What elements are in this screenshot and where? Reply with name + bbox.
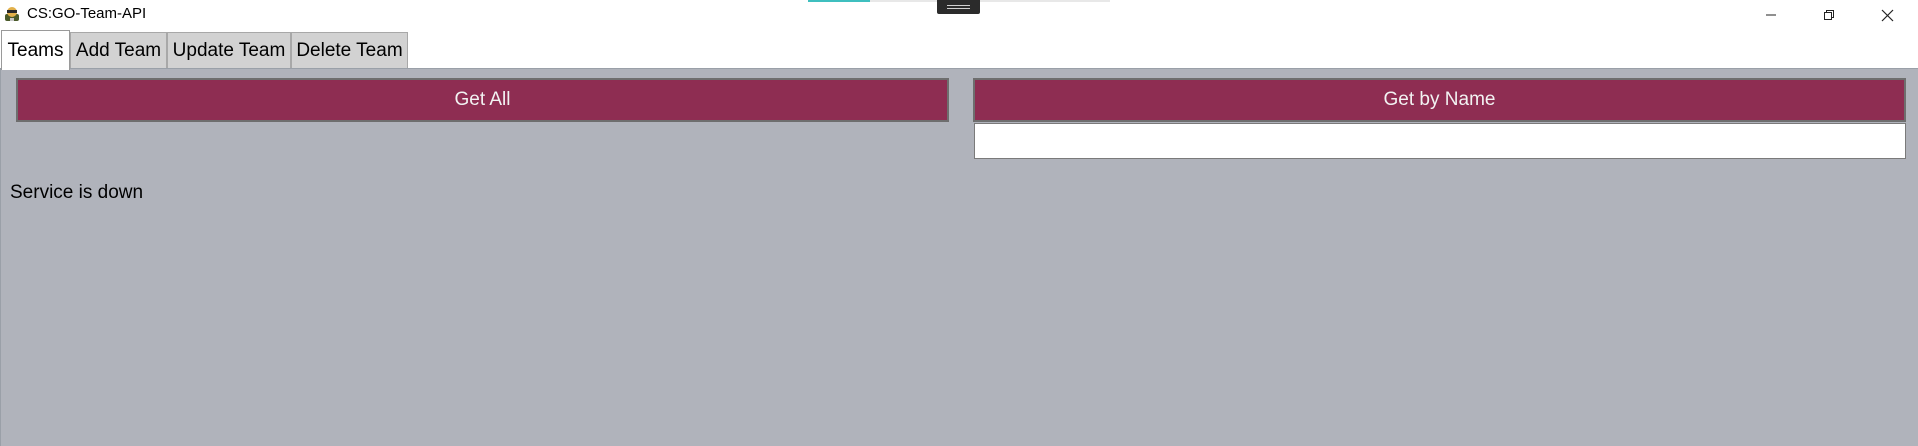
minimize-icon [1766,14,1776,16]
tab-strip: Teams Add Team Update Team Delete Team [0,30,1918,70]
drag-handle[interactable] [937,0,980,14]
title-strip-accent [808,0,870,2]
restore-button[interactable] [1800,0,1858,30]
tab-label: Delete Team [296,39,403,61]
title-bar[interactable]: CS:GO-Team-API [0,0,1918,30]
tab-label: Add Team [75,39,162,61]
tab-label: Update Team [172,39,286,61]
teams-tab-content: Get All Get by Name Service is down [0,68,1918,446]
tab-update-team[interactable]: Update Team [167,32,291,68]
tab-label: Teams [7,39,64,61]
tab-delete-team[interactable]: Delete Team [291,32,408,68]
tab-teams[interactable]: Teams [1,30,70,70]
team-name-input[interactable] [974,123,1906,159]
app-icon [3,5,21,23]
tab-add-team[interactable]: Add Team [70,32,167,68]
window-title: CS:GO-Team-API [27,5,147,22]
minimize-button[interactable] [1742,0,1800,30]
close-icon [1881,9,1893,21]
restore-icon [1824,10,1834,20]
get-by-name-button[interactable]: Get by Name [973,78,1906,122]
get-all-button[interactable]: Get All [16,78,949,122]
status-text: Service is down [10,182,144,203]
close-button[interactable] [1858,0,1916,30]
